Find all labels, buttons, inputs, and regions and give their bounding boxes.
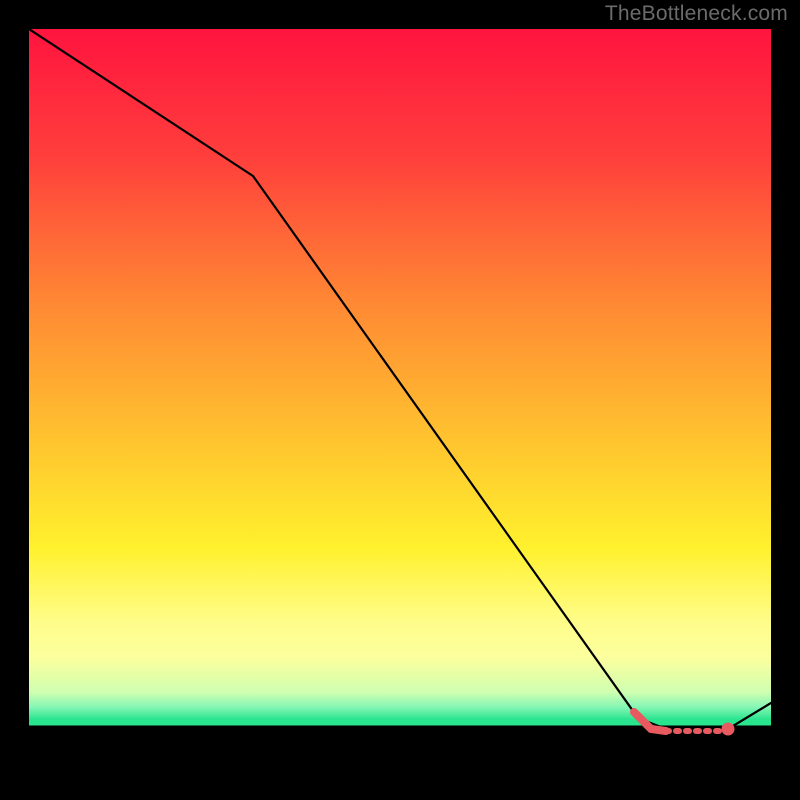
bottleneck-curve: [29, 29, 771, 729]
highlight-point: [722, 723, 735, 736]
watermark-text: TheBottleneck.com: [605, 2, 788, 26]
plot-overlay: [29, 29, 771, 770]
highlight-elbow: [634, 712, 666, 731]
chart-frame: TheBottleneck.com: [0, 0, 800, 800]
